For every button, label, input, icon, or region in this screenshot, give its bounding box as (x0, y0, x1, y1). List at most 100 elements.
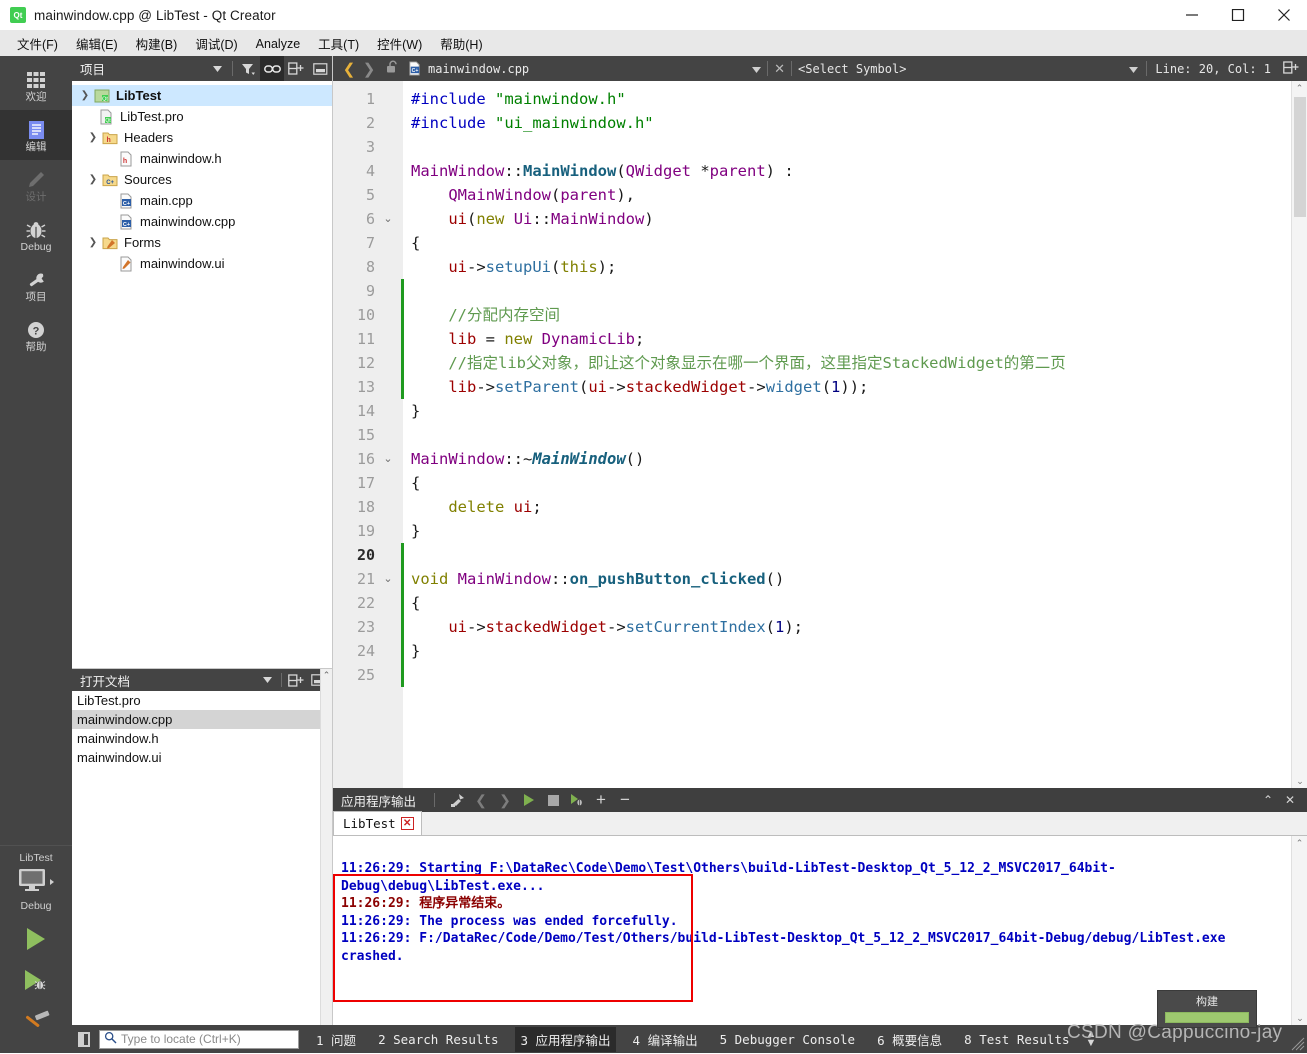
tree-item-mainwindow-h[interactable]: h mainwindow.h (72, 148, 332, 169)
close-button[interactable] (1261, 0, 1307, 31)
menu-item-edit[interactable]: 编辑(E) (67, 31, 127, 56)
menu-item-help[interactable]: 帮助(H) (431, 31, 491, 56)
split-editor-icon[interactable] (1283, 60, 1299, 77)
file-dropdown-arrow-icon[interactable] (752, 62, 762, 76)
tree-item-main-cpp[interactable]: C+ main.cpp (72, 190, 332, 211)
open-documents-dropdown-icon[interactable] (256, 669, 278, 691)
line-number: 11 (356, 330, 375, 348)
open-documents-scrollbar[interactable]: ⌃ (320, 669, 332, 1026)
scroll-up-arrow-icon[interactable]: ⌃ (1292, 81, 1307, 95)
mode-design[interactable]: 设计 (0, 160, 72, 210)
status-tab-app-output[interactable]: 3 应用程序输出 (515, 1026, 616, 1052)
navigate-forward-icon[interactable]: ❯ (359, 60, 379, 78)
build-button[interactable] (20, 1009, 52, 1040)
line-number: 9 (365, 282, 375, 300)
zoom-in-icon[interactable]: + (589, 788, 613, 812)
expand-arrow-icon[interactable]: ❯ (76, 90, 94, 101)
output-tab-libtest[interactable]: LibTest ✕ (333, 811, 422, 835)
stop-icon[interactable] (541, 788, 565, 812)
clear-output-icon[interactable] (445, 788, 469, 812)
expand-arrow-icon[interactable]: ❯ (84, 174, 102, 185)
mode-help-label: 帮助 (25, 340, 47, 353)
split-icon[interactable] (285, 669, 307, 691)
prev-item-icon[interactable]: ❮ (469, 788, 493, 812)
link-with-editor-icon[interactable] (260, 56, 284, 81)
maximize-button[interactable] (1215, 0, 1261, 31)
tree-item-libtest[interactable]: ❯ Qt LibTest (72, 85, 332, 106)
split-icon[interactable] (284, 56, 308, 81)
menu-item-build[interactable]: 构建(B) (127, 31, 187, 56)
open-document-mainwindow-h[interactable]: mainwindow.h (72, 729, 332, 748)
resize-grip[interactable] (1291, 1037, 1305, 1051)
close-icon[interactable]: ✕ (400, 817, 414, 830)
code-text-area[interactable]: #include "mainwindow.h" #include "ui_main… (411, 81, 1291, 788)
tree-item-libtest-pro[interactable]: Qt LibTest.pro (72, 106, 332, 127)
run-button[interactable] (21, 925, 51, 956)
scrollbar-thumb[interactable] (1294, 97, 1306, 217)
tree-item-headers[interactable]: ❯ h Headers (72, 127, 332, 148)
folder-sources-icon: C+ (102, 172, 118, 188)
attach-debugger-icon[interactable] (565, 788, 589, 812)
navigate-back-icon[interactable]: ❮ (339, 60, 359, 78)
menu-item-analyze[interactable]: Analyze (247, 34, 309, 54)
kit-selector[interactable]: LibTest Debug (0, 845, 72, 1053)
scroll-down-arrow-icon[interactable]: ⌄ (1292, 1011, 1307, 1025)
code-editor[interactable]: 1 2 3 4 5 6 ⌄ 7 8 9 10 11 12 13 14 15 16 ⌄ 17 18 19 20 21 ⌄ 22 23… (333, 81, 1307, 788)
menu-item-debug[interactable]: 调试(D) (186, 31, 246, 56)
tree-item-sources[interactable]: ❯ C+ Sources (72, 169, 332, 190)
expand-arrow-icon[interactable]: ❯ (84, 237, 102, 248)
status-tab-issues[interactable]: 1 问题 (311, 1027, 361, 1052)
menu-item-tools[interactable]: 工具(T) (309, 31, 368, 56)
status-tab-debugger-console[interactable]: 5 Debugger Console (715, 1029, 860, 1050)
status-tab-search-results[interactable]: 2 Search Results (373, 1029, 503, 1050)
tree-item-forms[interactable]: ❯ Forms (72, 232, 332, 253)
mode-help[interactable]: ? 帮助 (0, 310, 72, 360)
zoom-out-icon[interactable]: − (613, 788, 637, 812)
mode-debug[interactable]: Debug (0, 210, 72, 260)
output-scrollbar[interactable]: ⌃ ⌄ (1291, 836, 1307, 1025)
next-item-icon[interactable]: ❯ (493, 788, 517, 812)
fold-marker-icon[interactable]: ⌄ (381, 447, 395, 471)
svg-text:C+: C+ (106, 180, 114, 186)
fold-marker-icon[interactable]: ⌄ (381, 567, 395, 591)
fold-marker-icon[interactable]: ⌄ (381, 207, 395, 231)
line-number: 16 (356, 450, 375, 468)
cursor-position-label: Line: 20, Col: 1 (1155, 61, 1271, 76)
mode-welcome[interactable]: 欢迎 (0, 60, 72, 110)
symbol-dropdown-arrow-icon[interactable] (1129, 62, 1139, 76)
expand-arrow-icon[interactable]: ❯ (84, 132, 102, 143)
project-filter-dropdown-icon[interactable] (205, 56, 229, 81)
open-document-mainwindow-ui[interactable]: mainwindow.ui (72, 748, 332, 767)
status-tab-test-results[interactable]: 8 Test Results (959, 1029, 1074, 1050)
minimize-button[interactable] (1169, 0, 1215, 31)
locator-input[interactable]: Type to locate (Ctrl+K) (99, 1029, 299, 1049)
editor-file-name[interactable]: mainwindow.cpp (428, 62, 529, 76)
start-debugging-button[interactable] (20, 967, 52, 998)
mode-projects[interactable]: 项目 (0, 260, 72, 310)
mode-edit[interactable]: 编辑 (0, 110, 72, 160)
close-document-icon[interactable]: ✕ (774, 61, 785, 77)
menu-item-window[interactable]: 控件(W) (368, 31, 431, 56)
scroll-up-arrow-icon[interactable]: ⌃ (1292, 836, 1307, 850)
tree-item-mainwindow-cpp[interactable]: C+ mainwindow.cpp (72, 211, 332, 232)
unlock-icon[interactable] (379, 60, 405, 77)
status-tab-general-messages[interactable]: 6 概要信息 (872, 1027, 947, 1052)
editor-vertical-scrollbar[interactable]: ⌃ ⌄ (1291, 81, 1307, 788)
status-tab-compile-output[interactable]: 4 编译输出 (628, 1027, 703, 1052)
kit-project-name: LibTest (19, 852, 53, 864)
maximize-output-pane-icon[interactable]: ⌃ (1257, 788, 1279, 812)
symbol-selector[interactable]: <Select Symbol> (798, 62, 906, 76)
open-documents-list[interactable]: LibTest.pro mainwindow.cpp mainwindow.h … (72, 691, 332, 767)
project-tree[interactable]: ❯ Qt LibTest Qt LibTest.pro ❯ h Headers … (72, 81, 332, 274)
run-icon[interactable] (517, 788, 541, 812)
scroll-down-arrow-icon[interactable]: ⌄ (1292, 774, 1307, 788)
close-output-pane-icon[interactable]: ✕ (1279, 788, 1301, 812)
open-document-libtest-pro[interactable]: LibTest.pro (72, 691, 332, 710)
kit-build-config: Debug (20, 900, 52, 912)
open-document-mainwindow-cpp[interactable]: mainwindow.cpp (72, 710, 332, 729)
menu-item-file[interactable]: 文件(F) (8, 31, 67, 56)
filter-icon[interactable] (236, 56, 260, 81)
close-panel-icon[interactable] (308, 56, 332, 81)
toggle-sidebar-icon[interactable] (78, 1031, 90, 1047)
tree-item-mainwindow-ui[interactable]: mainwindow.ui (72, 253, 332, 274)
